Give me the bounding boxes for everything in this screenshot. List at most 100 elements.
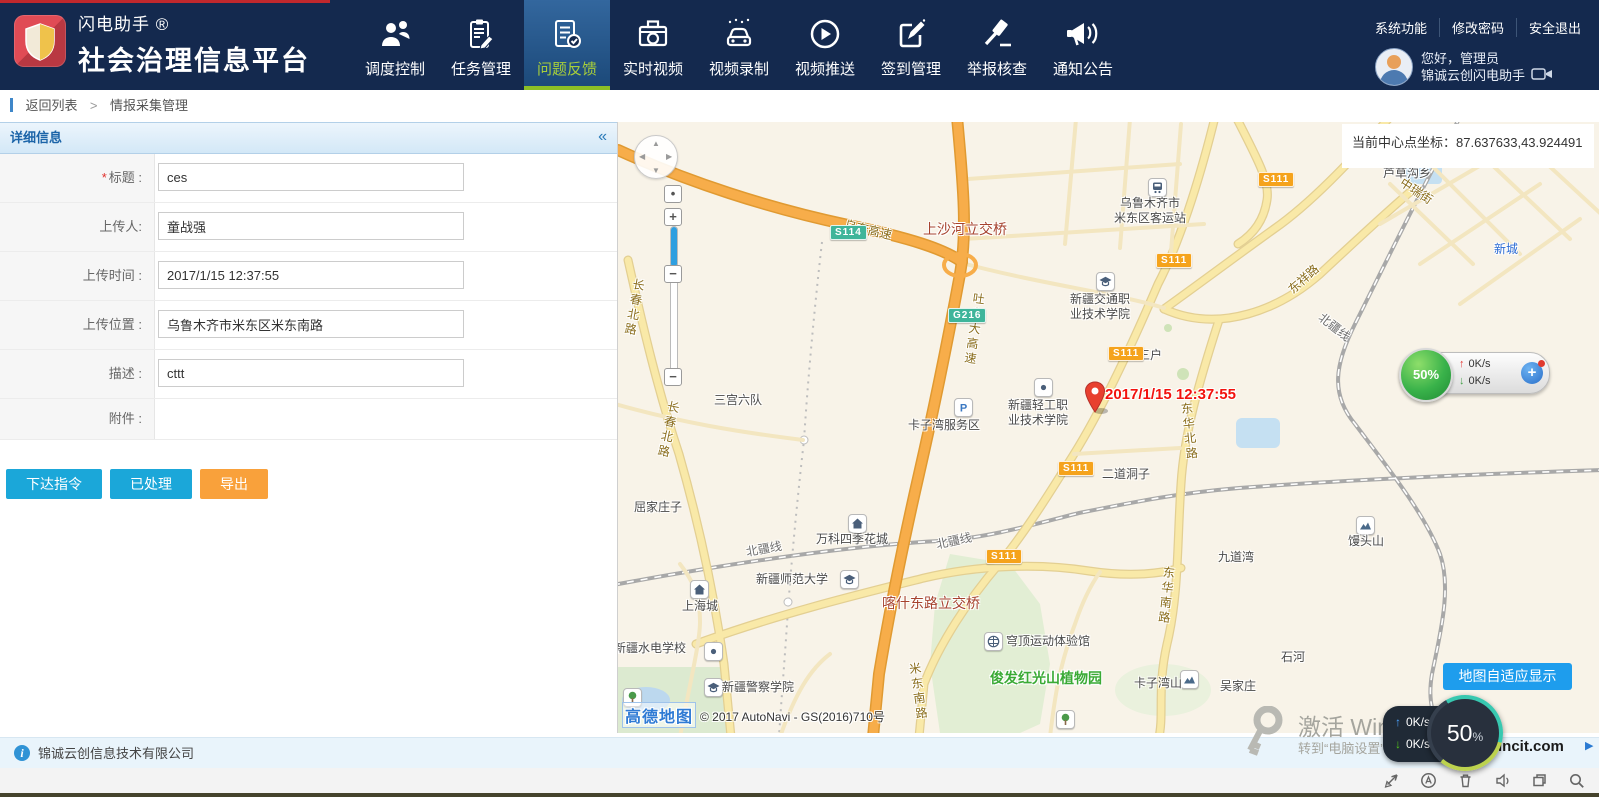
top-red-strip (0, 0, 330, 3)
brand-line2: 社会治理信息平台 (78, 39, 310, 78)
detail-panel: 详细信息 « *标题 :上传人:上传时间 :上传位置 :描述 :附件 : 下达指… (0, 122, 618, 733)
greeting-line2: 锦诚云创闪电助手 (1421, 67, 1525, 84)
map-label: 新疆水电学校 (618, 641, 686, 656)
road-badge: S111 (1156, 253, 1192, 268)
nav-item-9[interactable]: 通知公告 (1040, 0, 1126, 90)
nav-item-2[interactable]: 任务管理 (438, 0, 524, 90)
brand-title: 闪电助手 ® 社会治理信息平台 (78, 10, 310, 78)
map-canvas[interactable]: 芦草沟乡中瑞街乌鲁木齐市米东区客运站上沙河立交桥新城乌奎高速吐乌大高速新疆交通职… (618, 122, 1599, 733)
app-window: 闪电助手 ® 社会治理信息平台 调度控制任务管理问题反馈实时视频视频录制视频推送… (0, 0, 1599, 797)
field-value-cell (155, 301, 617, 349)
avatar (1375, 48, 1413, 86)
nav-label: 调度控制 (352, 58, 438, 79)
map-label: 上海城 (682, 599, 718, 614)
gym-icon (984, 632, 1003, 651)
nav-item-8[interactable]: 举报核查 (954, 0, 1040, 90)
action-button-row: 下达指令已处理导出 (0, 469, 617, 499)
pan-up-icon[interactable]: ▲ (652, 139, 660, 148)
action-button-1[interactable]: 下达指令 (6, 469, 102, 499)
performance-icon[interactable] (1420, 772, 1437, 789)
speaker-icon[interactable] (1494, 772, 1511, 789)
nav-item-6[interactable]: 视频推送 (782, 0, 868, 90)
task-clipboard-icon (438, 12, 524, 56)
taskbar-edge (0, 793, 1599, 797)
notification-dot (1538, 360, 1545, 367)
field-input[interactable] (158, 163, 464, 191)
tree-icon (1056, 710, 1075, 729)
road-badge: G216 (948, 308, 986, 323)
footer-arrow-icon[interactable]: ▶ (1585, 739, 1593, 752)
breadcrumb-back-link[interactable]: 返回列表 (25, 98, 77, 113)
breadcrumb-separator: > (90, 98, 98, 113)
nav-label: 通知公告 (1040, 58, 1126, 79)
amap-logo: 高德地图 (622, 702, 696, 728)
search-icon[interactable] (1568, 772, 1585, 789)
shield-icon (24, 23, 56, 61)
nav-item-1[interactable]: 调度控制 (352, 0, 438, 90)
top-link-3[interactable]: 安全退出 (1517, 18, 1581, 37)
pan-down-icon[interactable]: ▼ (652, 166, 660, 175)
field-label: 上传人: (0, 203, 155, 251)
map-pan-control[interactable]: ▲ ▼ ◀ ▶ (634, 135, 678, 179)
field-value-cell (155, 203, 617, 251)
notice-megaphone-icon (1040, 12, 1126, 56)
dot-icon (704, 642, 723, 661)
breadcrumb-current: 情报采集管理 (110, 98, 188, 113)
nav-label: 视频推送 (782, 58, 868, 79)
bottom-strip (0, 768, 1599, 793)
taskbar-speed-ball[interactable]: 50% (1427, 695, 1503, 771)
pan-right-icon[interactable]: ▶ (666, 152, 672, 161)
road-badge: S111 (1058, 461, 1094, 476)
percent-sign: % (1472, 730, 1483, 744)
form-row-4: 上传位置 : (0, 301, 617, 350)
nav-item-4[interactable]: 实时视频 (610, 0, 696, 90)
upload-arrow-icon: ↑ (1459, 358, 1465, 370)
user-greeting: 您好，管理员 锦诚云创闪电助手 (1421, 50, 1525, 84)
trash-icon[interactable] (1457, 772, 1474, 789)
svg-text:P: P (960, 403, 967, 415)
window-icon[interactable] (1531, 772, 1548, 789)
user-box[interactable]: 您好，管理员 锦诚云创闪电助手 (1375, 48, 1553, 86)
footer-company: 锦诚云创信息技术有限公司 (38, 746, 194, 761)
map-fit-button[interactable]: 地图自适应显示 (1443, 663, 1572, 690)
zoom-slider-handle[interactable]: − (664, 265, 682, 283)
brand-line1: 闪电助手 ® (78, 10, 310, 35)
field-input[interactable] (158, 261, 464, 289)
required-asterisk: * (102, 170, 107, 185)
top-link-1[interactable]: 系统功能 (1363, 18, 1440, 37)
field-value-cell (155, 399, 617, 439)
breadcrumb-marker (10, 98, 13, 112)
zoom-in-button[interactable]: + (664, 208, 682, 226)
field-label: 上传位置 : (0, 301, 155, 349)
map-speed-widget[interactable]: 50% ↑0K/s ↓0K/s + (1400, 352, 1550, 394)
record-car-icon (696, 12, 782, 56)
speed-percent-ball[interactable]: 50% (1399, 348, 1453, 402)
bus-icon (1148, 178, 1167, 197)
road-badge: S114 (830, 225, 867, 240)
live-camera-icon (610, 12, 696, 56)
mountain-icon (1356, 516, 1375, 535)
zoom-out-button[interactable]: − (664, 368, 682, 386)
nav-item-7[interactable]: 签到管理 (868, 0, 954, 90)
location-marker-pin[interactable] (1084, 381, 1108, 420)
map-locate-button[interactable]: • (664, 185, 682, 203)
field-input[interactable] (158, 212, 464, 240)
upload-arrow-icon: ↑ (1395, 715, 1401, 729)
download-arrow-icon: ↓ (1395, 737, 1401, 751)
top-link-2[interactable]: 修改密码 (1440, 18, 1517, 37)
field-input[interactable] (158, 310, 464, 338)
map-base-layer (618, 122, 1599, 733)
map-label: 馒头山 (1348, 534, 1384, 549)
nav-item-5[interactable]: 视频录制 (696, 0, 782, 90)
rocket-icon[interactable] (1383, 772, 1400, 789)
field-input[interactable] (158, 359, 464, 387)
action-button-3[interactable]: 导出 (200, 469, 268, 499)
map-label: 新疆师范大学 (756, 572, 828, 587)
school-icon (704, 678, 723, 697)
pan-left-icon[interactable]: ◀ (639, 152, 645, 161)
main-nav: 调度控制任务管理问题反馈实时视频视频录制视频推送签到管理举报核查通知公告 (352, 0, 1126, 90)
action-button-2[interactable]: 已处理 (110, 469, 192, 499)
form-row-5: 描述 : (0, 350, 617, 399)
nav-item-3[interactable]: 问题反馈 (524, 0, 610, 90)
collapse-panel-button[interactable]: « (598, 123, 607, 151)
